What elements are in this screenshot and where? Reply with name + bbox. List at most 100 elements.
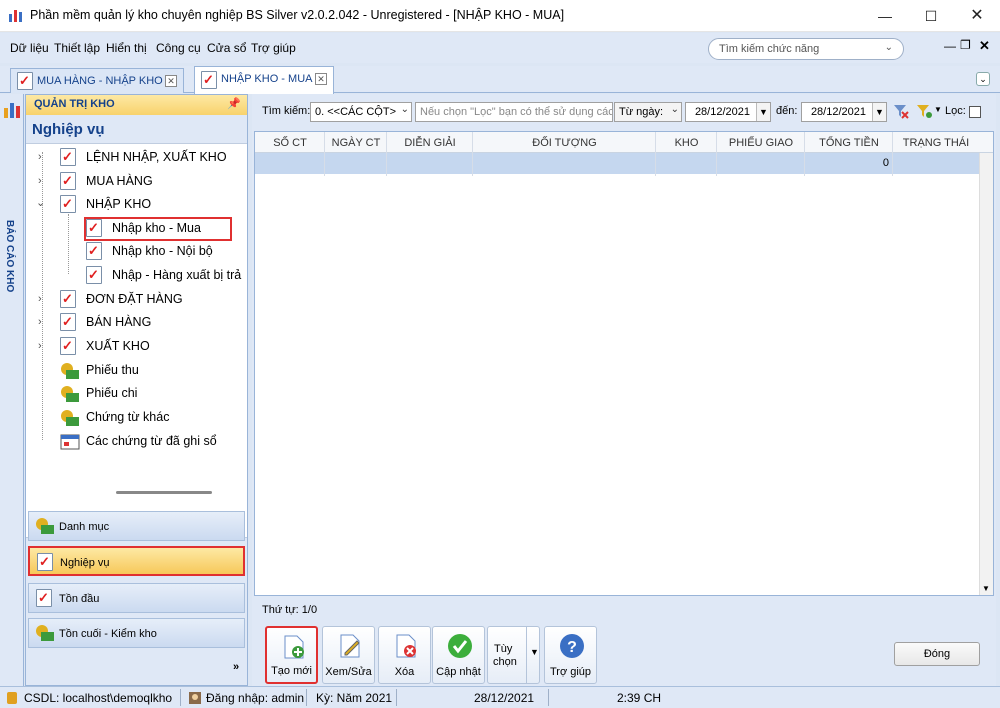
status-bar: CSDL: localhost\demoqlkho Đăng nhập: adm… xyxy=(0,686,1000,708)
menu-cua-so[interactable]: Cửa sổ xyxy=(207,41,246,55)
to-date-picker[interactable]: 28/12/2021 ▼ xyxy=(801,102,887,122)
report-vertical-label: BÁO CÁO KHO xyxy=(4,220,15,293)
tab-close-icon[interactable]: ✕ xyxy=(315,73,327,85)
tab-nhap-kho-mua[interactable]: NHẬP KHO - MUA ✕ xyxy=(194,66,334,94)
expand-chevron-icon[interactable]: › xyxy=(38,293,42,305)
highlight-box xyxy=(84,217,232,241)
function-search-input[interactable]: Tìm kiếm chức năng ⌄ xyxy=(708,38,904,60)
user-icon xyxy=(189,692,201,704)
help-button[interactable]: ? Trợ giúp xyxy=(544,626,597,684)
mdi-restore-button[interactable]: ❐ xyxy=(960,38,971,52)
time-status: 2:39 CH xyxy=(617,691,662,705)
update-button[interactable]: Cập nhật xyxy=(432,626,485,684)
document-check-icon xyxy=(60,313,76,331)
column-select[interactable]: 0. <<CÁC CỘT> ⌄ xyxy=(310,102,412,122)
money-folder-icon xyxy=(61,410,79,426)
title-bar: Phần mềm quản lý kho chuyên nghiệp BS Si… xyxy=(0,0,1000,32)
mdi-close-button[interactable]: ✕ xyxy=(979,38,990,54)
expand-chevron-icon[interactable]: › xyxy=(38,316,42,328)
document-check-icon xyxy=(60,337,76,355)
ledger-icon xyxy=(60,434,80,450)
view-edit-button[interactable]: Xem/Sửa xyxy=(322,626,375,684)
document-check-icon xyxy=(60,172,76,190)
calendar-dropdown-icon[interactable]: ▼ xyxy=(756,103,770,121)
close-button[interactable]: Đóng xyxy=(894,642,980,666)
chevron-down-icon: ⌄ xyxy=(400,104,409,115)
search-input[interactable]: Nếu chọn "Lọc" bạn có thể sử dụng các ký xyxy=(415,102,613,122)
mdi-minimize-button[interactable]: — xyxy=(944,39,956,53)
money-folder-icon xyxy=(61,386,79,402)
more-double-chevron-icon[interactable]: » xyxy=(233,661,239,673)
total-cell: 0 xyxy=(882,157,889,169)
expand-chevron-icon[interactable]: › xyxy=(38,175,42,187)
column-header[interactable]: ĐỐI TƯỢNG xyxy=(473,137,656,149)
document-check-icon xyxy=(36,589,52,607)
menu-tro-giup[interactable]: Trợ giúp xyxy=(251,41,296,55)
pin-icon[interactable]: 📌 xyxy=(227,97,241,110)
tab-mua-hang-nhap-kho[interactable]: MUA HÀNG - NHẬP KHO ✕ xyxy=(10,68,184,93)
options-button[interactable]: Tùy chọn ▼ xyxy=(487,626,540,684)
maximize-button[interactable]: ☐ xyxy=(908,0,954,32)
menu-thiet-lap[interactable]: Thiết lập xyxy=(54,41,100,55)
expand-chevron-icon[interactable]: › xyxy=(38,340,42,352)
document-check-icon xyxy=(86,266,102,284)
from-date-label-box[interactable]: Từ ngày: ⌄ xyxy=(614,102,682,122)
column-header[interactable]: TỔNG TIỀN xyxy=(805,137,893,149)
period-status: Kỳ: Năm 2021 xyxy=(316,691,393,705)
money-folder-icon xyxy=(61,363,79,379)
tab-close-icon[interactable]: ✕ xyxy=(165,75,177,87)
report-chart-icon xyxy=(4,103,20,118)
money-folder-icon xyxy=(36,518,54,534)
check-circle-icon xyxy=(448,634,472,658)
clear-filter-icon[interactable] xyxy=(893,103,909,119)
calendar-dropdown-icon[interactable]: ▼ xyxy=(872,103,886,121)
to-date-label: đến: xyxy=(776,105,798,117)
window-title: Phần mềm quản lý kho chuyên nghiệp BS Si… xyxy=(30,8,565,22)
document-check-icon xyxy=(86,242,102,260)
column-header[interactable]: DIỄN GIẢI xyxy=(387,137,473,149)
collapse-chevron-icon[interactable]: ⌄ xyxy=(36,196,45,209)
filter-dropdown-icon[interactable]: ▼ xyxy=(934,105,942,114)
close-window-button[interactable]: ✕ xyxy=(954,0,1000,32)
new-document-icon xyxy=(284,635,304,659)
tree-horizontal-scrollbar[interactable] xyxy=(116,491,212,494)
filter-bar: Tìm kiếm: 0. <<CÁC CỘT> ⌄ Nếu chọn "Lọc"… xyxy=(252,100,996,124)
delete-button[interactable]: Xóa xyxy=(378,626,431,684)
document-check-icon xyxy=(17,72,33,90)
help-circle-icon: ? xyxy=(560,634,584,658)
nav-button-nghiep-vu[interactable]: Nghiệp vụ xyxy=(28,546,245,576)
expand-chevron-icon[interactable]: › xyxy=(38,151,42,163)
filter-options-icon[interactable] xyxy=(916,103,932,119)
document-check-icon xyxy=(60,290,76,308)
nav-button-danh-muc[interactable]: Danh mục xyxy=(28,511,245,541)
menu-cong-cu[interactable]: Công cụ xyxy=(156,41,201,55)
table-row[interactable]: 0 xyxy=(255,153,979,174)
dropdown-arrow-icon[interactable]: ▼ xyxy=(530,647,539,657)
action-toolbar: Tạo mới Xem/Sửa Xóa Cập nhật Tùy chọn ▼ … xyxy=(262,626,602,684)
order-status: Thứ tự: 1/0 xyxy=(262,604,318,616)
menu-hien-thi[interactable]: Hiển thị xyxy=(106,41,147,55)
nav-button-ton-dau[interactable]: Tồn đầu xyxy=(28,583,245,613)
login-status: Đăng nhập: admin xyxy=(206,691,305,705)
nav-button-ton-cuoi-kiem-kho[interactable]: Tồn cuối - Kiểm kho xyxy=(28,618,245,648)
filter-checkbox[interactable] xyxy=(969,106,981,118)
chevron-down-icon: ⌄ xyxy=(670,104,679,115)
document-check-icon xyxy=(60,195,76,213)
column-header[interactable]: NGÀY CT xyxy=(325,137,387,149)
create-new-button[interactable]: Tạo mới xyxy=(265,626,318,684)
column-header[interactable]: TRẠNG THÁI xyxy=(893,137,979,149)
document-check-icon xyxy=(60,148,76,166)
report-strip[interactable]: BÁO CÁO KHO xyxy=(0,94,24,686)
from-date-picker[interactable]: 28/12/2021 ▼ xyxy=(685,102,771,122)
menu-du-lieu[interactable]: Dữ liệu xyxy=(10,41,49,55)
grid-vertical-scrollbar[interactable]: ▼ xyxy=(979,153,993,595)
scroll-down-icon[interactable]: ▼ xyxy=(982,584,990,593)
minimize-button[interactable]: — xyxy=(862,0,908,32)
column-header[interactable]: SỐ CT xyxy=(255,137,325,149)
column-header[interactable]: PHIẾU GIAO xyxy=(717,137,805,149)
panel-title: Nghiệp vụ xyxy=(32,121,105,138)
tabs-dropdown-icon[interactable]: ⌄ xyxy=(976,72,990,86)
money-folder-icon xyxy=(36,625,54,641)
column-header[interactable]: KHO xyxy=(656,137,717,149)
function-tree: › LỆNH NHẬP, XUẤT KHO › MUA HÀNG ⌄ NHẬP … xyxy=(26,143,247,538)
